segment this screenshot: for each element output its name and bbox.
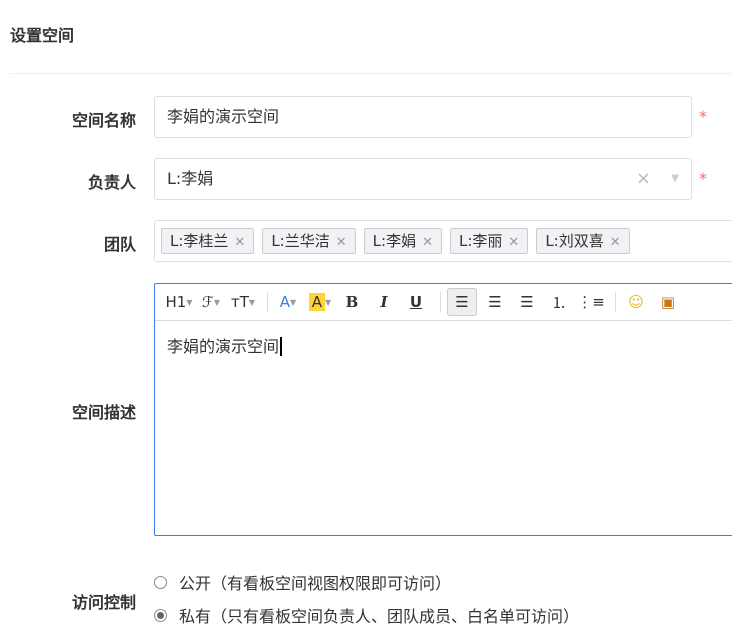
remove-tag-icon[interactable]: ✕ — [234, 235, 245, 250]
team-tag: L:李娟 ✕ — [363, 228, 442, 254]
team-label: 团队 — [103, 235, 136, 254]
heading-button[interactable]: H1 ▼ — [165, 289, 193, 315]
tag-label: L:兰华洁 — [271, 232, 330, 250]
divider — [10, 73, 732, 74]
remove-tag-icon[interactable]: ✕ — [508, 235, 519, 250]
required-mark: * — [699, 169, 707, 188]
owner-label: 负责人 — [87, 173, 136, 192]
owner-value: L:李娟 — [167, 169, 214, 188]
bold-button[interactable]: B — [338, 289, 366, 315]
clear-icon[interactable]: × — [636, 159, 651, 199]
separator — [267, 292, 268, 312]
required-mark: * — [699, 107, 707, 126]
space-name-input[interactable]: 李娟的演示空间 — [154, 96, 692, 138]
rich-text-editor[interactable]: H1 ▼ ℱ ▼ ᴛT ▼ A ▼ A ▼ B I U ☰ ☰ ☰ ⒈ ⋮≡ ☺ ▣ 李娟… — [154, 283, 732, 536]
owner-select[interactable]: L:李娟 × ▼ — [154, 158, 692, 200]
radio-label: 公开（有看板空间视图权限即可访问） — [179, 574, 452, 593]
font-family-button[interactable]: ℱ ▼ — [197, 289, 225, 315]
radio-public[interactable]: 公开（有看板空间视图权限即可访问） — [154, 570, 451, 594]
text-cursor — [280, 337, 283, 356]
font-color-button[interactable]: A ▼ — [274, 289, 302, 315]
radio-icon[interactable] — [154, 575, 167, 589]
ordered-list-icon[interactable]: ⒈ — [545, 289, 573, 315]
remove-tag-icon[interactable]: ✕ — [336, 235, 347, 250]
access-label: 访问控制 — [71, 593, 136, 612]
separator — [615, 292, 616, 312]
editor-toolbar: H1 ▼ ℱ ▼ ᴛT ▼ A ▼ A ▼ B I U ☰ ☰ ☰ ⒈ ⋮≡ ☺ ▣ — [155, 284, 732, 321]
underline-button[interactable]: U — [402, 289, 430, 315]
radio-checked-icon[interactable] — [154, 608, 167, 622]
radio-label: 私有（只有看板空间负责人、团队成员、白名单可访问） — [179, 607, 580, 626]
tag-label: L:李丽 — [458, 232, 503, 250]
remove-tag-icon[interactable]: ✕ — [610, 235, 621, 250]
page-title: 设置空间 — [10, 26, 75, 45]
font-color-icon: A — [279, 293, 291, 311]
align-left-icon[interactable]: ☰ — [447, 288, 477, 316]
tag-label: L:刘双喜 — [545, 232, 604, 250]
font-icon: ℱ — [202, 293, 214, 311]
emoji-icon[interactable]: ☺ — [622, 289, 650, 315]
editor-text: 李娟的演示空间 — [167, 337, 280, 356]
radio-private[interactable]: 私有（只有看板空间负责人、团队成员、白名单可访问） — [154, 603, 579, 627]
team-tag: L:李桂兰 ✕ — [161, 228, 255, 254]
heading-label: H1 — [165, 293, 187, 311]
team-select[interactable]: L:李桂兰 ✕ L:兰华洁 ✕ L:李娟 ✕ L:李丽 ✕ L:刘双喜 ✕ — [154, 220, 732, 262]
team-tag: L:李丽 ✕ — [449, 228, 529, 254]
team-tag: L:刘双喜 ✕ — [536, 228, 630, 254]
font-size-icon: ᴛT — [230, 293, 249, 311]
font-size-button[interactable]: ᴛT ▼ — [229, 289, 257, 315]
align-right-icon[interactable]: ☰ — [513, 289, 541, 315]
italic-button[interactable]: I — [370, 289, 398, 315]
name-label: 空间名称 — [71, 111, 136, 130]
image-icon[interactable]: ▣ — [654, 289, 682, 315]
remove-tag-icon[interactable]: ✕ — [422, 235, 433, 250]
highlight-button[interactable]: A ▼ — [306, 289, 334, 315]
chevron-down-icon[interactable]: ▼ — [671, 159, 679, 199]
bullet-list-icon[interactable]: ⋮≡ — [577, 289, 605, 315]
team-tag: L:兰华洁 ✕ — [262, 228, 356, 254]
separator — [440, 292, 441, 312]
align-center-icon[interactable]: ☰ — [481, 289, 509, 315]
desc-label: 空间描述 — [71, 403, 136, 422]
editor-content[interactable]: 李娟的演示空间 — [155, 321, 732, 369]
highlight-icon: A — [308, 293, 326, 311]
tag-label: L:李桂兰 — [170, 232, 229, 250]
tag-label: L:李娟 — [372, 232, 417, 250]
